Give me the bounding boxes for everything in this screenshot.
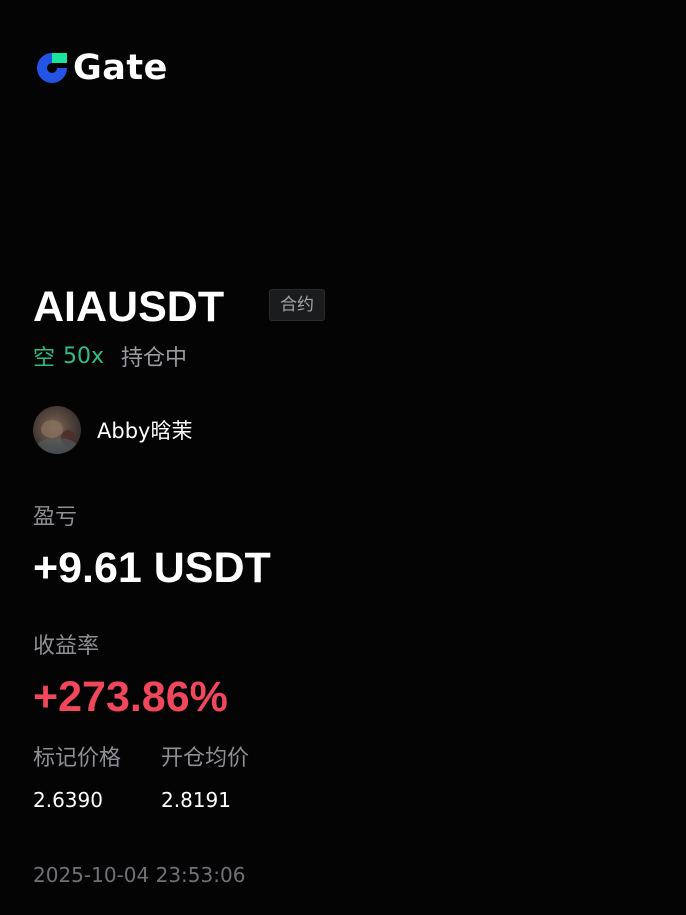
position-side: 空 [33,346,56,371]
brand-name: Gate [73,48,168,88]
entry-price-label: 开仓均价 [161,746,250,771]
leverage: 50x [63,343,105,369]
roi-value: +273.86% [33,673,228,721]
avatar [33,406,81,454]
entry-price: 开仓均价 2.8191 [161,744,249,813]
pnl-value: +9.61 USDT [33,544,271,592]
trading-pair: AIAUSDT [33,283,225,331]
position-status: 持仓中 [121,346,188,371]
mark-price-label: 标记价格 [33,746,122,771]
timestamp: 2025-10-04 23:53:06 [33,863,246,887]
username: Abby晗茉 [97,419,193,443]
entry-price-value: 2.8191 [161,788,231,812]
user-info: Abby晗茉 [33,406,192,454]
brand-logo: Gate [34,48,168,88]
mark-price-value: 2.6390 [33,788,103,812]
position-info: 空 50x 持仓中 [33,341,188,372]
mark-price: 标记价格 2.6390 [33,744,121,813]
gate-logo-icon [37,53,67,83]
pnl-label: 盈亏 [33,505,78,530]
contract-tag: 合约 [269,289,325,321]
roi-label: 收益率 [33,634,100,659]
